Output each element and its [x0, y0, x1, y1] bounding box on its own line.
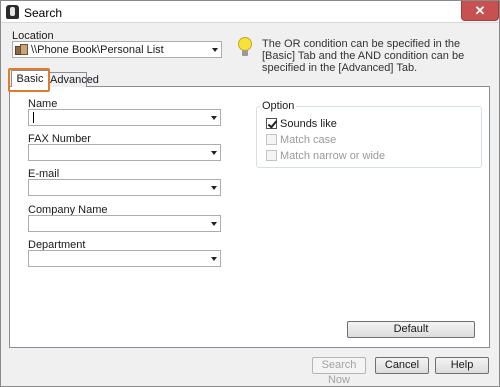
search-now-button[interactable]: Search Now [312, 357, 366, 386]
app-icon [6, 5, 19, 19]
match-narrow-wide-checkbox[interactable] [266, 150, 277, 161]
close-button[interactable]: ✕ [461, 1, 499, 21]
title-bar: Search ✕ [1, 1, 499, 23]
cancel-button[interactable]: Cancel [375, 357, 429, 374]
phone-book-folder-icon [15, 44, 29, 56]
match-case-checkbox[interactable] [266, 134, 277, 145]
email-field[interactable] [28, 179, 221, 196]
fax-field[interactable] [28, 144, 221, 161]
tab-highlight-box [8, 68, 50, 92]
name-field[interactable] [28, 109, 221, 126]
window-title: Search [24, 6, 63, 20]
match-narrow-wide-label: Match narrow or wide [280, 150, 386, 162]
location-combo[interactable]: \\Phone Book\Personal List [12, 41, 222, 58]
chevron-down-icon[interactable] [211, 222, 217, 226]
lightbulb-icon [238, 37, 252, 57]
tab-advanced[interactable]: Advanced [49, 72, 99, 87]
help-button[interactable]: Help [435, 357, 489, 374]
location-value: \\Phone Book\Personal List [31, 44, 164, 56]
text-caret [33, 112, 34, 123]
sounds-like-label: Sounds like [280, 118, 337, 130]
default-button[interactable]: Default [347, 321, 475, 338]
chevron-down-icon[interactable] [211, 151, 217, 155]
chevron-down-icon[interactable] [211, 116, 217, 120]
chevron-down-icon[interactable] [211, 186, 217, 190]
chevron-down-icon[interactable] [212, 48, 218, 52]
chevron-down-icon[interactable] [211, 257, 217, 261]
company-field[interactable] [28, 215, 221, 232]
option-group-title: Option [260, 100, 297, 112]
match-case-label: Match case [280, 134, 337, 146]
department-field[interactable] [28, 250, 221, 267]
hint-text: The OR condition can be specified in the… [262, 38, 465, 74]
sounds-like-checkbox[interactable] [266, 118, 277, 129]
